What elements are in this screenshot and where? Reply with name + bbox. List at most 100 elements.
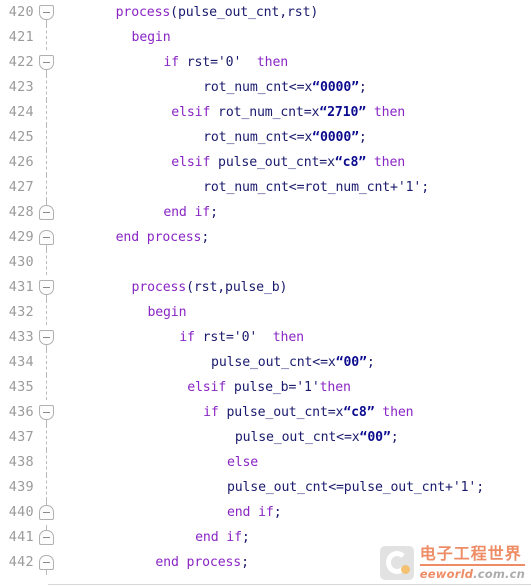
code-line[interactable]: 434 pulse_out_cnt<=x“00”;	[0, 350, 531, 375]
code-editor: 420 process(pulse_out_cnt,rst) 421 begin 422…	[0, 0, 531, 586]
code-text[interactable]: elsif pulse_out_cnt=x“c8” then	[60, 150, 531, 175]
code-line[interactable]: 421 begin	[0, 25, 531, 50]
fold-gutter-cell[interactable]	[34, 525, 60, 550]
fold-gutter-cell[interactable]	[34, 275, 60, 300]
watermark-chinese-title: 电子工程世界	[419, 545, 525, 566]
identifier-token: ;	[201, 230, 210, 245]
fold-collapse-icon[interactable]	[39, 330, 54, 345]
fold-end-icon[interactable]	[39, 530, 54, 545]
fold-gutter-cell[interactable]	[34, 200, 60, 225]
keyword-token: else	[226, 455, 259, 470]
fold-gutter-cell[interactable]	[34, 550, 60, 575]
code-line[interactable]: 424 elsif rot_num_cnt=x“2710” then	[0, 100, 531, 125]
code-line[interactable]: 432 begin	[0, 300, 531, 325]
code-text[interactable]: process(pulse_out_cnt,rst)	[60, 0, 531, 25]
code-line[interactable]: 423 rot_num_cnt<=x“0000”;	[0, 75, 531, 100]
fold-end-icon[interactable]	[39, 555, 54, 570]
watermark: 电子工程世界 eeworld.com.cn	[379, 545, 525, 581]
line-number: 420	[8, 4, 34, 20]
code-text[interactable]: end if;	[60, 500, 531, 525]
fold-collapse-icon[interactable]	[39, 55, 54, 70]
identifier-token	[241, 55, 257, 70]
code-line[interactable]: 420 process(pulse_out_cnt,rst)	[0, 0, 531, 25]
keyword-token: end process	[155, 555, 242, 570]
line-number: 433	[8, 329, 34, 345]
identifier-token: rst=	[194, 330, 234, 345]
identifier-token: ;	[366, 355, 375, 370]
watermark-text: 电子工程世界 eeworld.com.cn	[419, 545, 525, 581]
fold-collapse-icon[interactable]	[39, 280, 54, 295]
line-number: 431	[8, 279, 34, 295]
line-number: 422	[8, 54, 34, 70]
code-line[interactable]: 429 end process;	[0, 225, 531, 250]
fold-gutter-cell[interactable]	[34, 325, 60, 350]
code-text[interactable]: pulse_out_cnt<=x“00”;	[60, 425, 531, 450]
code-line[interactable]: 430	[0, 250, 531, 275]
code-line[interactable]: 440 end if;	[0, 500, 531, 525]
keyword-token: if	[179, 330, 195, 345]
identifier-token: pulse_b=	[226, 380, 297, 395]
code-text[interactable]: elsif rot_num_cnt=x“2710” then	[60, 100, 531, 125]
fold-end-icon[interactable]	[39, 230, 54, 245]
code-text[interactable]: rot_num_cnt<=rot_num_cnt+'1';	[60, 175, 531, 200]
keyword-token: elsif	[171, 155, 211, 170]
string-literal-token: “c8”	[334, 155, 367, 170]
fold-connector-line	[46, 125, 47, 150]
code-text[interactable]: elsif pulse_b='1'then	[60, 375, 531, 400]
string-literal-token: “00”	[359, 430, 391, 445]
code-line[interactable]: 422 if rst='0' then	[0, 50, 531, 75]
fold-gutter-cell	[34, 475, 60, 500]
fold-connector-line	[46, 350, 47, 375]
fold-gutter-cell	[34, 175, 60, 200]
bottom-divider	[48, 584, 531, 585]
code-text[interactable]: rot_num_cnt<=x“0000”;	[60, 75, 531, 100]
identifier-token: rot_num_cnt=x	[210, 105, 320, 120]
fold-connector-line	[46, 100, 47, 125]
code-line[interactable]: 435 elsif pulse_b='1'then	[0, 375, 531, 400]
code-text[interactable]: end process;	[60, 225, 531, 250]
identifier-token: rot_num_cnt<=rot_num_cnt+	[203, 180, 398, 195]
string-literal-token: “c8”	[343, 405, 375, 420]
code-text[interactable]: if rst='0' then	[60, 325, 531, 350]
code-line[interactable]: 431 process(rst,pulse_b)	[0, 275, 531, 300]
code-line[interactable]: 433 if rst='0' then	[0, 325, 531, 350]
fold-collapse-icon[interactable]	[39, 405, 54, 420]
fold-connector-line	[46, 75, 47, 100]
code-line[interactable]: 427 rot_num_cnt<=rot_num_cnt+'1';	[0, 175, 531, 200]
code-text[interactable]: begin	[60, 300, 531, 325]
fold-end-icon[interactable]	[39, 205, 54, 220]
code-text[interactable]: pulse_out_cnt<=pulse_out_cnt+'1';	[60, 475, 531, 500]
code-text[interactable]: process(rst,pulse_b)	[60, 275, 531, 300]
fold-gutter-cell[interactable]	[34, 400, 60, 425]
line-number: 434	[8, 354, 34, 370]
code-text[interactable]: if rst='0' then	[60, 50, 531, 75]
line-number: 430	[8, 254, 34, 270]
fold-connector-line	[46, 25, 47, 50]
fold-gutter-cell[interactable]	[34, 500, 60, 525]
code-line[interactable]: 437 pulse_out_cnt<=x“00”;	[0, 425, 531, 450]
code-text[interactable]: else	[60, 450, 531, 475]
code-text[interactable]: rot_num_cnt<=x“0000”;	[60, 125, 531, 150]
code-text[interactable]: if pulse_out_cnt=x“c8” then	[60, 400, 531, 425]
fold-gutter-cell[interactable]	[34, 225, 60, 250]
identifier-token: pulse_out_cnt<=pulse_out_cnt+	[226, 480, 453, 495]
code-text[interactable]: end if;	[60, 200, 531, 225]
identifier-token: pulse_out_cnt<=x	[211, 355, 336, 370]
code-line[interactable]: 428 end if;	[0, 200, 531, 225]
fold-end-icon[interactable]	[39, 505, 54, 520]
code-line[interactable]: 425 rot_num_cnt<=x“0000”;	[0, 125, 531, 150]
fold-connector-line	[46, 475, 47, 500]
code-text[interactable]: begin	[60, 25, 531, 50]
identifier-token: ;	[476, 480, 485, 495]
code-line[interactable]: 439 pulse_out_cnt<=pulse_out_cnt+'1';	[0, 475, 531, 500]
code-line[interactable]: 436 if pulse_out_cnt=x“c8” then	[0, 400, 531, 425]
code-text[interactable]: pulse_out_cnt<=x“00”;	[60, 350, 531, 375]
code-line[interactable]: 426 elsif pulse_out_cnt=x“c8” then	[0, 150, 531, 175]
line-number: 441	[8, 529, 34, 545]
line-number: 421	[8, 29, 34, 45]
fold-collapse-icon[interactable]	[39, 5, 54, 20]
fold-gutter-cell[interactable]	[34, 0, 60, 25]
fold-gutter-cell[interactable]	[34, 50, 60, 75]
watermark-brand: eeworld	[419, 566, 474, 581]
code-line[interactable]: 438 else	[0, 450, 531, 475]
